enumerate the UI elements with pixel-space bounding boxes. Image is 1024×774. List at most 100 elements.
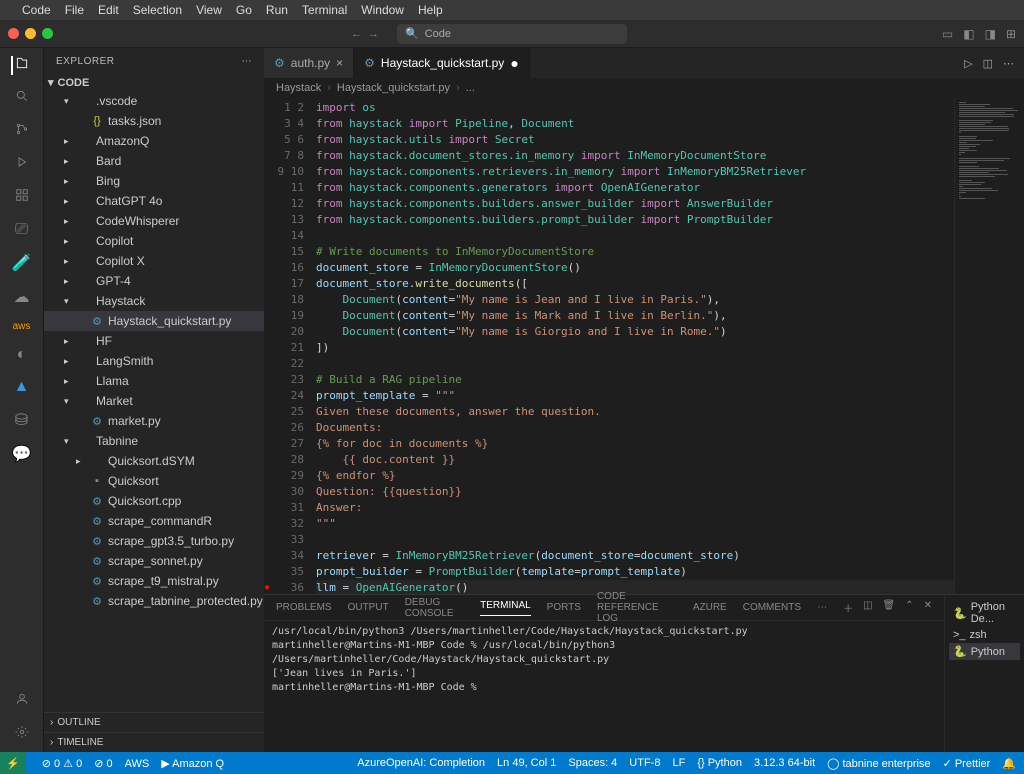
terminal-split-icon[interactable]: ◫: [863, 600, 872, 615]
maximize-panel-icon[interactable]: ⌃: [905, 600, 913, 615]
status-item[interactable]: UTF-8: [629, 757, 660, 769]
tree-item-Copilot X[interactable]: ▸Copilot X: [44, 251, 264, 271]
tree-item-market.py[interactable]: ⚙market.py: [44, 411, 264, 431]
menu-go[interactable]: Go: [236, 3, 252, 17]
settings-icon[interactable]: [15, 725, 29, 744]
layout-sidebar-icon[interactable]: ◧: [963, 27, 974, 41]
split-editor-icon[interactable]: ◫: [983, 57, 993, 70]
tree-item-Quicksort.dSYM[interactable]: ▸Quicksort.dSYM: [44, 451, 264, 471]
close-panel-icon[interactable]: ✕: [924, 600, 932, 615]
sidebar-more-icon[interactable]: ⋯: [242, 56, 253, 67]
panel-tab-ports[interactable]: PORTS: [547, 602, 581, 613]
remote-icon[interactable]: ⎚: [15, 221, 28, 239]
tree-item-Bard[interactable]: ▸Bard: [44, 151, 264, 171]
status-item[interactable]: AWS: [125, 758, 150, 770]
breadcrumbs[interactable]: Haystack › Haystack_quickstart.py › ...: [264, 78, 1024, 98]
status-item[interactable]: LF: [672, 757, 685, 769]
database-icon[interactable]: ⛁: [15, 410, 28, 430]
tree-item-Market[interactable]: ▾Market: [44, 391, 264, 411]
menu-view[interactable]: View: [196, 3, 222, 17]
close-tab-icon[interactable]: ×: [336, 56, 343, 70]
tree-item-scrape_commandR[interactable]: ⚙scrape_commandR: [44, 511, 264, 531]
panel-tab-debug-console[interactable]: DEBUG CONSOLE: [405, 597, 464, 619]
test-icon[interactable]: 🧪: [12, 253, 32, 273]
cloud-icon[interactable]: ☁: [14, 287, 30, 307]
menu-terminal[interactable]: Terminal: [302, 3, 347, 17]
menu-window[interactable]: Window: [361, 3, 404, 17]
panel-tab-comments[interactable]: COMMENTS: [743, 602, 801, 613]
terminal-output[interactable]: /usr/local/bin/python3 /Users/martinhell…: [264, 621, 944, 752]
extensions-icon[interactable]: [15, 188, 29, 207]
tree-item-AmazonQ[interactable]: ▸AmazonQ: [44, 131, 264, 151]
accounts-icon[interactable]: [15, 692, 29, 711]
explorer-icon[interactable]: [11, 56, 29, 75]
run-debug-icon[interactable]: [15, 155, 29, 174]
tree-item-Quicksort[interactable]: ▪Quicksort: [44, 471, 264, 491]
command-center[interactable]: 🔍 Code: [397, 24, 627, 44]
terminal-instance-Python[interactable]: 🐍Python: [949, 643, 1020, 660]
panel-tab-terminal[interactable]: TERMINAL: [480, 600, 531, 616]
tree-item-scrape_sonnet.py[interactable]: ⚙scrape_sonnet.py: [44, 551, 264, 571]
azure-icon[interactable]: ▲: [14, 378, 30, 396]
nav-back-icon[interactable]: ←: [351, 28, 362, 40]
status-item[interactable]: {} Python: [697, 757, 742, 769]
tree-item-Llama[interactable]: ▸Llama: [44, 371, 264, 391]
tree-item-ChatGPT 4o[interactable]: ▸ChatGPT 4o: [44, 191, 264, 211]
close-button[interactable]: [8, 28, 19, 39]
tree-item-Copilot[interactable]: ▸Copilot: [44, 231, 264, 251]
tree-item-scrape_gpt3.5_turbo.py[interactable]: ⚙scrape_gpt3.5_turbo.py: [44, 531, 264, 551]
fullscreen-button[interactable]: [42, 28, 53, 39]
editor-tab-Haystack_quickstart.py[interactable]: ⚙Haystack_quickstart.py●: [354, 48, 530, 78]
status-item[interactable]: AzureOpenAI: Completion: [357, 757, 485, 769]
tree-item-LangSmith[interactable]: ▸LangSmith: [44, 351, 264, 371]
outline-section[interactable]: ›OUTLINE: [44, 712, 264, 732]
remote-indicator[interactable]: ⚡: [0, 752, 26, 774]
customize-layout-icon[interactable]: ⊞: [1006, 27, 1016, 41]
status-item[interactable]: ▶ Amazon Q: [161, 758, 224, 770]
timeline-section[interactable]: ›TIMELINE: [44, 732, 264, 752]
code-editor[interactable]: import os from haystack import Pipeline,…: [316, 98, 954, 594]
terminal-instance-Python De...[interactable]: 🐍Python De...: [949, 599, 1020, 627]
status-item[interactable]: 3.12.3 64-bit: [754, 757, 815, 769]
status-item[interactable]: 🔔: [1002, 757, 1016, 770]
menu-edit[interactable]: Edit: [98, 3, 119, 17]
layout-secondary-icon[interactable]: ◨: [985, 27, 996, 41]
tree-item-CodeWhisperer[interactable]: ▸CodeWhisperer: [44, 211, 264, 231]
tree-item-Tabnine[interactable]: ▾Tabnine: [44, 431, 264, 451]
tree-item-GPT-4[interactable]: ▸GPT-4: [44, 271, 264, 291]
status-item[interactable]: ✓ Prettier: [943, 757, 991, 770]
menu-help[interactable]: Help: [418, 3, 443, 17]
panel-tab-output[interactable]: OUTPUT: [348, 602, 389, 613]
menu-file[interactable]: File: [65, 3, 84, 17]
tree-item-scrape_t9_mistral.py[interactable]: ⚙scrape_t9_mistral.py: [44, 571, 264, 591]
status-item[interactable]: ⊘ 0: [94, 758, 112, 770]
minimap[interactable]: [954, 98, 1024, 594]
tree-item-tasks.json[interactable]: {}tasks.json: [44, 111, 264, 131]
tree-item-Haystack[interactable]: ▾Haystack: [44, 291, 264, 311]
tree-item-Haystack_quickstart.py[interactable]: ⚙Haystack_quickstart.py: [44, 311, 264, 331]
menu-code[interactable]: Code: [22, 3, 51, 17]
chat-icon[interactable]: 💬: [12, 444, 32, 464]
tabnine-icon[interactable]: ◐: [17, 346, 27, 364]
status-item[interactable]: Spaces: 4: [568, 757, 617, 769]
panel-tab-azure[interactable]: AZURE: [693, 602, 727, 613]
minimize-button[interactable]: [25, 28, 36, 39]
panel-tab-code-reference-log[interactable]: CODE REFERENCE LOG: [597, 591, 677, 624]
tree-item-Quicksort.cpp[interactable]: ⚙Quicksort.cpp: [44, 491, 264, 511]
status-item[interactable]: Ln 49, Col 1: [497, 757, 556, 769]
tree-item-.vscode[interactable]: ▾.vscode: [44, 91, 264, 111]
tree-item-Bing[interactable]: ▸Bing: [44, 171, 264, 191]
tree-item-HF[interactable]: ▸HF: [44, 331, 264, 351]
run-file-icon[interactable]: ▷: [964, 57, 972, 70]
terminal-trash-icon[interactable]: 🗑: [883, 600, 896, 615]
breakpoint-gutter[interactable]: ●●: [264, 98, 274, 594]
menu-selection[interactable]: Selection: [133, 3, 182, 17]
panel-tab-problems[interactable]: PROBLEMS: [276, 602, 332, 613]
terminal-add-icon[interactable]: ＋: [843, 600, 853, 615]
workspace-root[interactable]: ▾CODE: [44, 74, 264, 91]
layout-panel-icon[interactable]: ▭: [942, 27, 953, 41]
search-activity-icon[interactable]: [15, 89, 29, 108]
status-item[interactable]: ◯ tabnine enterprise: [827, 757, 930, 770]
editor-tab-auth.py[interactable]: ⚙auth.py×: [264, 48, 354, 78]
source-control-icon[interactable]: [15, 122, 29, 141]
